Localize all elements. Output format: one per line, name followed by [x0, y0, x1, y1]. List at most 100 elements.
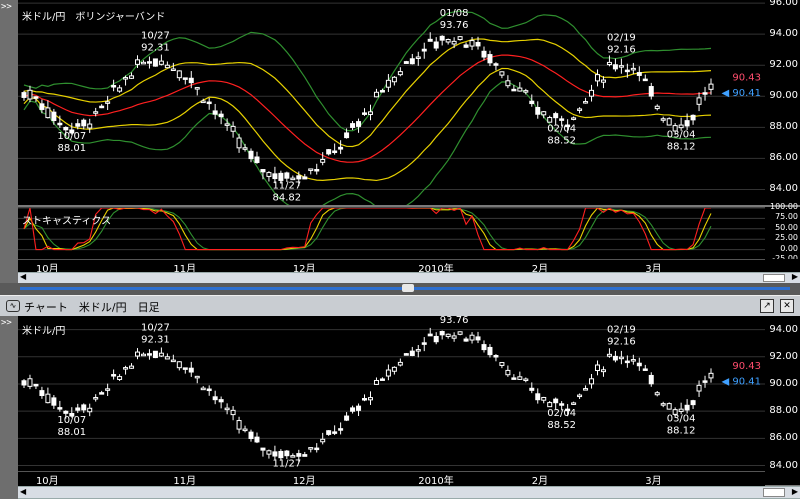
splitter-handle[interactable]	[402, 284, 414, 292]
maximize-icon[interactable]: ↗	[760, 299, 774, 313]
candle-body	[278, 450, 284, 459]
upper-band-line	[23, 10, 712, 132]
top-price-svg: 90.43 ◀ 90.41 10/27 92.31 10/07 88.01 11/27 84.…	[18, 2, 765, 205]
candle-body	[463, 44, 469, 48]
candle-body	[636, 362, 642, 367]
candle-body	[135, 351, 141, 357]
candle-body	[344, 415, 350, 421]
candle-body	[511, 88, 517, 92]
candle-body	[302, 176, 308, 180]
candle-body	[445, 38, 451, 43]
candle-body	[547, 402, 553, 408]
candle-body	[648, 374, 654, 385]
current-price-label: ◀ 90.41	[722, 88, 762, 99]
candle-body	[481, 344, 487, 351]
candle-body	[553, 113, 559, 119]
candle-body	[117, 376, 123, 380]
candle-body	[200, 387, 206, 391]
bottom-price-svg: 90.43 ◀ 90.41 10/2792.31 10/0788.01 11/27 01/…	[18, 316, 765, 469]
scroll-left-icon[interactable]: ◀	[20, 487, 26, 496]
candle-body	[469, 40, 475, 47]
candle-body	[362, 398, 368, 401]
top-expand-button[interactable]: >>	[1, 2, 12, 12]
close-icon[interactable]: ✕	[780, 299, 794, 313]
candle-body	[696, 97, 702, 105]
stochastic-tick-label: 0.00	[780, 243, 798, 253]
candle-body	[111, 85, 117, 88]
candle-body	[332, 431, 338, 434]
bottom-expand-button[interactable]: >>	[1, 318, 12, 328]
candle-body	[690, 114, 696, 121]
extreme-annotation: 01/0893.76	[440, 316, 469, 326]
candle-body	[678, 124, 684, 129]
stochastic-plot[interactable]: ストキャスティクス	[18, 207, 765, 260]
candle-body	[594, 364, 600, 372]
candle-body	[129, 365, 135, 369]
candle-body	[260, 169, 266, 173]
candle-body	[493, 63, 499, 66]
candle-body	[170, 68, 176, 72]
candle-body	[332, 150, 338, 154]
stochastic-tick-label: 50.00	[775, 222, 798, 232]
month-label: 10月	[35, 476, 59, 486]
candle-body	[571, 402, 577, 405]
candle-body	[338, 146, 344, 150]
price-tick-label: 90.00	[769, 377, 798, 389]
candle-body	[140, 353, 146, 357]
chart-window-titlebar[interactable]: ∿ チャート 米ドル/円 日足 ↗ ✕	[0, 295, 800, 317]
candle-body	[27, 89, 33, 100]
candle-body	[308, 447, 314, 450]
candle-body	[152, 350, 158, 359]
extreme-annotation: 01/0893.76	[440, 8, 469, 31]
month-label: 12月	[292, 476, 316, 486]
candle-body	[606, 353, 612, 357]
candle-body	[123, 77, 129, 80]
splitter[interactable]	[0, 283, 800, 295]
candle-body	[702, 380, 708, 383]
candle-body	[660, 403, 666, 406]
candle-body	[379, 378, 385, 381]
candle-body	[188, 77, 194, 84]
candle-body	[684, 404, 690, 411]
candle-body	[57, 122, 63, 126]
bottom-price-axis: 94.00 92.00 90.00 88.00 86.00 84.00	[765, 316, 800, 471]
candle-body	[146, 353, 152, 356]
candle-body	[469, 334, 475, 341]
candle-body	[21, 380, 27, 386]
scroll-left-icon[interactable]: ◀	[20, 272, 26, 281]
stochastic-tick-label: 75.00	[775, 212, 798, 222]
candle-body	[272, 173, 278, 180]
candle-body	[284, 450, 290, 457]
scroll-right-icon[interactable]: ▶	[792, 272, 798, 281]
candle-body	[451, 335, 457, 339]
candle-body	[272, 451, 278, 457]
scroll-thumb[interactable]	[763, 274, 785, 282]
scroll-thumb[interactable]	[763, 488, 785, 497]
candle-body	[535, 393, 541, 401]
candle-body	[230, 409, 236, 416]
candle-body	[409, 350, 415, 356]
candle-body	[421, 48, 427, 52]
candle-body	[702, 92, 708, 95]
candle-body	[212, 110, 218, 115]
candle-body	[541, 111, 547, 116]
candle-body	[254, 436, 260, 443]
candle-body	[176, 70, 182, 79]
candle-body	[105, 101, 111, 104]
chart-window-icon: ∿	[6, 300, 20, 312]
candle-body	[630, 359, 636, 362]
candle-body	[577, 108, 583, 111]
candle-body	[427, 333, 433, 337]
scroll-right-icon[interactable]: ▶	[792, 487, 798, 496]
candle-body	[39, 390, 45, 397]
candle-body	[409, 58, 415, 65]
candle-body	[326, 430, 332, 435]
middle-band-line	[23, 54, 712, 163]
top-price-plot[interactable]: 90.43 ◀ 90.41 10/27 92.31 10/07 88.01 11/27 84.…	[18, 0, 765, 205]
top-price-axis: 96.00 94.00 92.00 90.00 88.00 86.00 84.00	[765, 0, 800, 205]
candle-body	[326, 149, 332, 155]
bottom-price-plot[interactable]: 90.43 ◀ 90.41 10/2792.31 10/0788.01 11/27 01/…	[18, 316, 765, 471]
bottom-horizontal-scrollbar[interactable]: ◀ ▶	[18, 486, 800, 499]
candle-body	[194, 375, 200, 379]
candle-body	[266, 450, 272, 455]
